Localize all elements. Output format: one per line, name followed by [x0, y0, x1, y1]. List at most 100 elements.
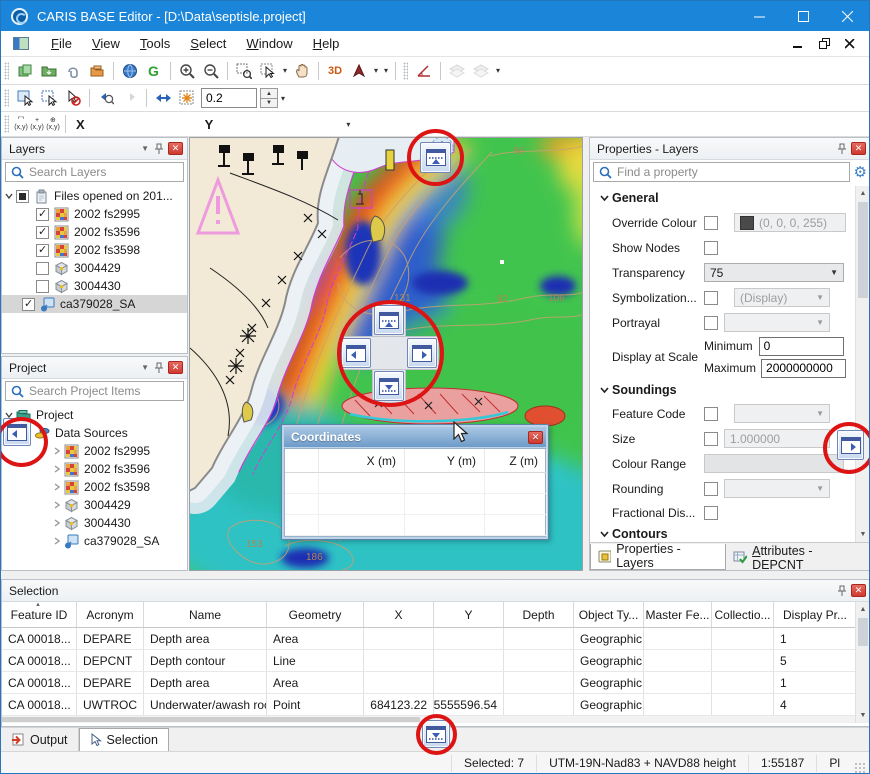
- layer-checkbox[interactable]: [36, 262, 49, 275]
- dock-cross-down-button[interactable]: [374, 371, 404, 401]
- measure-angle-button[interactable]: [412, 60, 436, 82]
- selection-tolerance-input[interactable]: [201, 88, 257, 108]
- child-close-button[interactable]: [841, 36, 859, 52]
- table-cell[interactable]: CA 00018...: [2, 672, 77, 694]
- table-cell[interactable]: CA 00018...: [2, 694, 77, 716]
- layer-item[interactable]: 2002 fs3596: [2, 223, 187, 241]
- table-cell[interactable]: Geographic: [574, 672, 644, 694]
- toolbar-overflow-dropdown[interactable]: ▾: [493, 66, 503, 75]
- north-arrow-button[interactable]: [347, 60, 371, 82]
- section-general[interactable]: General: [590, 186, 855, 210]
- resize-grip[interactable]: [854, 762, 866, 774]
- table-cell[interactable]: [434, 672, 504, 694]
- layer-compare-button[interactable]: [445, 60, 469, 82]
- select-by-rectangle-button[interactable]: [13, 87, 37, 109]
- table-cell[interactable]: DEPARE: [77, 672, 144, 694]
- properties-panel-close-button[interactable]: ✕: [851, 142, 866, 155]
- table-cell[interactable]: [712, 672, 774, 694]
- document-icon[interactable]: [13, 37, 29, 50]
- table-cell[interactable]: Area: [267, 672, 364, 694]
- table-cell[interactable]: Geographic: [574, 628, 644, 650]
- project-search-box[interactable]: [5, 381, 184, 401]
- project-item[interactable]: 2002 fs3596: [2, 460, 187, 478]
- table-cell[interactable]: CA 00018...: [2, 628, 77, 650]
- layer-item[interactable]: 2002 fs2995: [2, 205, 187, 223]
- web-map-button[interactable]: [118, 60, 142, 82]
- paste-layer-button[interactable]: [13, 60, 37, 82]
- table-cell[interactable]: [504, 628, 574, 650]
- table-cell[interactable]: [712, 694, 774, 716]
- table-cell[interactable]: [364, 650, 434, 672]
- table-row[interactable]: CA 00018...DEPCNTDepth contourLineGeogra…: [2, 650, 857, 672]
- table-cell[interactable]: 1: [774, 672, 857, 694]
- section-soundings[interactable]: Soundings: [590, 379, 855, 401]
- coordinates-close-button[interactable]: ✕: [528, 431, 543, 444]
- coordinates-window[interactable]: Coordinates ✕ X (m) Y (m) Z (m): [281, 424, 549, 540]
- feature-code-checkbox[interactable]: [704, 407, 718, 421]
- column-header[interactable]: Display Pr...: [774, 602, 857, 628]
- coordinates-cell[interactable]: [485, 494, 547, 515]
- table-cell[interactable]: Depth area: [144, 628, 267, 650]
- child-minimize-button[interactable]: [789, 36, 807, 52]
- table-cell[interactable]: DEPARE: [77, 628, 144, 650]
- toolbar-overflow-dropdown[interactable]: ▾: [381, 66, 391, 75]
- transparency-dropdown[interactable]: 75▼: [704, 263, 844, 282]
- attach-button[interactable]: [61, 60, 85, 82]
- table-cell[interactable]: Area: [267, 628, 364, 650]
- table-cell[interactable]: CA 00018...: [2, 650, 77, 672]
- select-by-polygon-button[interactable]: [37, 87, 61, 109]
- coordinates-cell[interactable]: [319, 494, 405, 515]
- table-cell[interactable]: [364, 628, 434, 650]
- property-search-box[interactable]: [593, 162, 850, 182]
- tab-attributes-depcnt[interactable]: Attributes - DEPCNT: [726, 546, 870, 570]
- goto-coordinate-button[interactable]: ⊕(x,y): [45, 113, 61, 135]
- google-earth-button[interactable]: G: [142, 60, 166, 82]
- pan-tool-button[interactable]: [290, 60, 314, 82]
- status-coordinate-system[interactable]: UTM-19N-Nad83 + NAVD88 height: [536, 755, 748, 772]
- toolbar-grip[interactable]: [4, 62, 9, 80]
- layer-checkbox[interactable]: [36, 280, 49, 293]
- toolbar-grip[interactable]: [4, 115, 9, 133]
- dock-cross-right-button[interactable]: [407, 338, 437, 368]
- coordinates-cell[interactable]: [405, 473, 485, 494]
- column-header[interactable]: Acronym: [77, 602, 144, 628]
- table-cell[interactable]: DEPCNT: [77, 650, 144, 672]
- select-tool-dropdown[interactable]: ▾: [280, 66, 290, 75]
- table-cell[interactable]: 4: [774, 694, 857, 716]
- column-header[interactable]: Geometry: [267, 602, 364, 628]
- layer-item[interactable]: 3004429: [2, 259, 187, 277]
- table-cell[interactable]: [434, 650, 504, 672]
- override-colour-checkbox[interactable]: [704, 216, 718, 230]
- panel-menu-icon[interactable]: ▼: [141, 144, 149, 153]
- project-item[interactable]: 3004430: [2, 514, 187, 532]
- table-cell[interactable]: [504, 672, 574, 694]
- column-header[interactable]: Depth: [504, 602, 574, 628]
- toolbar-overflow-dropdown[interactable]: ▾: [278, 94, 288, 103]
- status-map-scale[interactable]: 1:55187: [748, 755, 816, 772]
- flash-selection-button[interactable]: [175, 87, 199, 109]
- table-cell[interactable]: Line: [267, 650, 364, 672]
- pin-icon[interactable]: [836, 143, 847, 155]
- feature-code-dropdown[interactable]: ▼: [734, 404, 830, 423]
- minimize-button[interactable]: [737, 1, 781, 31]
- maximize-button[interactable]: [781, 1, 825, 31]
- column-header[interactable]: Feature ID▲: [2, 602, 77, 628]
- column-header[interactable]: Collectio...: [712, 602, 774, 628]
- show-nodes-checkbox[interactable]: [704, 241, 718, 255]
- layer-checkbox[interactable]: [16, 190, 29, 203]
- toolbar-grip[interactable]: [403, 62, 408, 80]
- scrollbar-thumb[interactable]: [2, 717, 420, 722]
- open-dataset-button[interactable]: [37, 60, 61, 82]
- table-cell[interactable]: Geographic: [574, 650, 644, 672]
- layer-checkbox[interactable]: [22, 298, 35, 311]
- clear-selection-button[interactable]: [61, 87, 85, 109]
- dock-left-edge-button[interactable]: [3, 418, 31, 446]
- selection-panel-close-button[interactable]: ✕: [851, 584, 866, 597]
- coordinates-cell[interactable]: [405, 494, 485, 515]
- tab-properties-layers[interactable]: Properties - Layers: [590, 544, 726, 570]
- menu-help[interactable]: Help: [303, 32, 350, 55]
- project-item[interactable]: ca379028_SA: [2, 532, 187, 550]
- symbolization-dropdown[interactable]: (Display)▼: [734, 288, 830, 307]
- column-header[interactable]: X: [364, 602, 434, 628]
- dock-bottom-edge-button[interactable]: [422, 720, 450, 748]
